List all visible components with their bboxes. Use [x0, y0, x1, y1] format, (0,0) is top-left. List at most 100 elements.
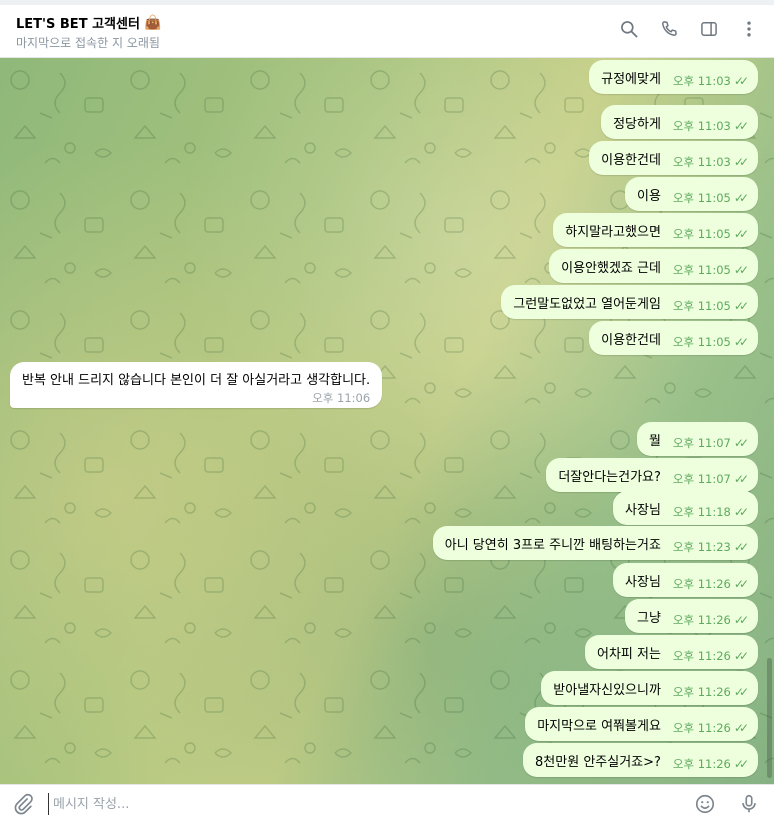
- message-timestamp: 오후 11:03: [672, 118, 731, 133]
- outgoing-message-bubble[interactable]: 사장님 오후 11:18 ✓✓: [613, 491, 758, 525]
- message-timestamp: 오후 11:03: [672, 73, 731, 88]
- message-text: 아니 당연히 3프로 주니깐 배팅하는거죠: [444, 537, 661, 553]
- message-timestamp: 오후 11:18: [672, 504, 731, 519]
- message-text: 사장님: [625, 574, 661, 590]
- sidebar-toggle-icon[interactable]: [698, 18, 720, 40]
- outgoing-message-bubble[interactable]: 그런말도없었고 열어둔게임 오후 11:05 ✓✓: [501, 285, 758, 319]
- microphone-icon[interactable]: [738, 793, 760, 815]
- message-time: 오후 11:05 ✓✓: [672, 226, 749, 242]
- read-double-check-icon: ✓✓: [733, 576, 749, 591]
- message-composer: [0, 784, 774, 816]
- message-text: 어차피 저는: [596, 646, 661, 662]
- message-input[interactable]: [48, 793, 653, 815]
- message-text: 규정에맞게: [601, 71, 661, 87]
- read-double-check-icon: ✓✓: [733, 190, 749, 205]
- read-double-check-icon: ✓✓: [733, 720, 749, 735]
- read-double-check-icon: ✓✓: [733, 73, 749, 88]
- message-text: 반복 안내 드리지 않습니다 본인이 더 잘 아실거라고 생각합니다.: [22, 373, 371, 388]
- outgoing-message-bubble[interactable]: 8천만원 안주실거죠>? 오후 11:26 ✓✓: [523, 743, 758, 777]
- message-timestamp: 오후 11:26: [672, 684, 731, 699]
- message-text: 이용한건데: [601, 332, 661, 348]
- shopping-bag-emoji-icon: 👜: [143, 14, 162, 31]
- read-double-check-icon: ✓✓: [733, 226, 749, 241]
- read-double-check-icon: ✓✓: [733, 684, 749, 699]
- message-time: 오후 11:03 ✓✓: [672, 154, 749, 170]
- window-top-strip: [0, 0, 774, 5]
- message-text: 정당하게: [613, 116, 661, 132]
- read-double-check-icon: ✓✓: [733, 262, 749, 277]
- chat-area[interactable]: 규정에맞게 오후 11:03 ✓✓ 정당하게 오후 11:03 ✓✓ 이용한건데 오후 11:…: [0, 58, 774, 784]
- message-text: 8천만원 안주실거죠>?: [535, 754, 661, 770]
- message-timestamp: 오후 11:07: [672, 435, 731, 450]
- message-time: 오후 11:18 ✓✓: [672, 504, 749, 520]
- message-timestamp: 오후 11:05: [672, 226, 731, 241]
- message-timestamp: 오후 11:23: [672, 539, 731, 554]
- outgoing-message-bubble[interactable]: 하지말라고했으면 오후 11:05 ✓✓: [553, 213, 758, 247]
- read-double-check-icon: ✓✓: [733, 504, 749, 519]
- chat-header: LET'S BET 고객센터 👜 마지막으로 접속한 지 오래됨: [0, 0, 774, 58]
- message-timestamp: 오후 11:03: [672, 154, 731, 169]
- message-timestamp: 오후 11:05: [672, 190, 731, 205]
- chat-title[interactable]: LET'S BET 고객센터 👜: [16, 13, 162, 33]
- outgoing-message-bubble[interactable]: 규정에맞게 오후 11:03 ✓✓: [589, 60, 758, 94]
- read-double-check-icon: ✓✓: [733, 471, 749, 486]
- message-time: 오후 11:26 ✓✓: [672, 648, 749, 664]
- message-time: 오후 11:07 ✓✓: [672, 471, 749, 487]
- message-text: 받아낼자신있으니까: [553, 682, 661, 698]
- phone-icon[interactable]: [658, 18, 680, 40]
- message-time: 오후 11:03 ✓✓: [672, 73, 749, 89]
- outgoing-message-bubble[interactable]: 사장님 오후 11:26 ✓✓: [613, 563, 758, 597]
- outgoing-message-bubble[interactable]: 더잘안다는건가요? 오후 11:07 ✓✓: [546, 458, 758, 492]
- header-actions: [618, 18, 760, 40]
- outgoing-message-bubble[interactable]: 이용 오후 11:05 ✓✓: [625, 177, 758, 211]
- outgoing-message-bubble[interactable]: 받아낼자신있으니까 오후 11:26 ✓✓: [541, 671, 758, 705]
- paperclip-icon[interactable]: [12, 793, 34, 815]
- read-double-check-icon: ✓✓: [733, 334, 749, 349]
- outgoing-message-bubble[interactable]: 뭘 오후 11:07 ✓✓: [636, 422, 758, 456]
- message-time: 오후 11:05 ✓✓: [673, 334, 749, 350]
- message-time: 오후 11:26 ✓✓: [672, 720, 749, 736]
- message-timestamp: 오후 11:05: [672, 298, 731, 313]
- last-seen-status: 마지막으로 접속한 지 오래됨: [16, 36, 160, 50]
- more-vert-icon[interactable]: [738, 18, 760, 40]
- outgoing-message-bubble[interactable]: 이용안했겠죠 근데 오후 11:05 ✓✓: [549, 249, 758, 283]
- read-double-check-icon: ✓✓: [733, 756, 749, 771]
- message-time: 오후 11:23 ✓✓: [672, 539, 749, 555]
- chat-title-text: LET'S BET 고객센터: [16, 17, 140, 32]
- message-time: 오후 11:26 ✓✓: [672, 684, 749, 700]
- message-text: 뭘: [648, 433, 661, 449]
- outgoing-message-bubble[interactable]: 정당하게 오후 11:03 ✓✓: [601, 105, 758, 139]
- message-timestamp: 오후 11:26: [672, 648, 731, 663]
- outgoing-message-bubble[interactable]: 마지막으로 여쭤볼게요 오후 11:26 ✓✓: [525, 707, 758, 741]
- outgoing-message-bubble[interactable]: 이용한건데 오후 11:03 ✓✓: [589, 141, 758, 175]
- message-text: 마지막으로 여쭤볼게요: [537, 718, 661, 734]
- read-double-check-icon: ✓✓: [733, 154, 749, 169]
- outgoing-message-bubble[interactable]: 어차피 저는 오후 11:26 ✓✓: [584, 635, 758, 669]
- message-text: 하지말라고했으면: [565, 224, 661, 240]
- message-time: 오후 11:26 ✓✓: [673, 612, 749, 628]
- message-time: 오후 11:06: [22, 390, 370, 406]
- read-double-check-icon: ✓✓: [733, 118, 749, 133]
- message-text: 사장님: [625, 502, 661, 518]
- outgoing-message-bubble[interactable]: 이용한건데 오후 11:05 ✓✓: [589, 321, 758, 355]
- message-text: 그런말도없었고 열어둔게임: [513, 296, 661, 312]
- message-time: 오후 11:05 ✓✓: [672, 298, 749, 314]
- emoji-icon[interactable]: [694, 793, 716, 815]
- message-timestamp: 오후 11:07: [672, 471, 731, 486]
- search-icon[interactable]: [618, 18, 640, 40]
- message-timestamp: 오후 11:26: [672, 576, 731, 591]
- outgoing-message-bubble[interactable]: 아니 당연히 3프로 주니깐 배팅하는거죠 오후 11:23 ✓✓: [432, 526, 758, 560]
- message-time: 오후 11:05 ✓✓: [672, 190, 749, 206]
- message-text: 이용한건데: [601, 152, 661, 168]
- read-double-check-icon: ✓✓: [733, 435, 749, 450]
- message-time: 오후 11:05 ✓✓: [673, 262, 749, 278]
- incoming-message-bubble[interactable]: 반복 안내 드리지 않습니다 본인이 더 잘 아실거라고 생각합니다. 오후 11…: [10, 362, 383, 408]
- outgoing-message-bubble[interactable]: 그냥 오후 11:26 ✓✓: [625, 599, 758, 633]
- message-timestamp: 오후 11:26: [672, 756, 731, 771]
- message-time: 오후 11:07 ✓✓: [672, 435, 749, 451]
- message-timestamp: 오후 11:26: [672, 720, 731, 735]
- message-time: 오후 11:26 ✓✓: [672, 756, 749, 772]
- message-text: 그냥: [637, 610, 661, 626]
- message-text: 더잘안다는건가요?: [558, 469, 661, 485]
- message-list: 규정에맞게 오후 11:03 ✓✓ 정당하게 오후 11:03 ✓✓ 이용한건데 오후 11:…: [0, 58, 774, 784]
